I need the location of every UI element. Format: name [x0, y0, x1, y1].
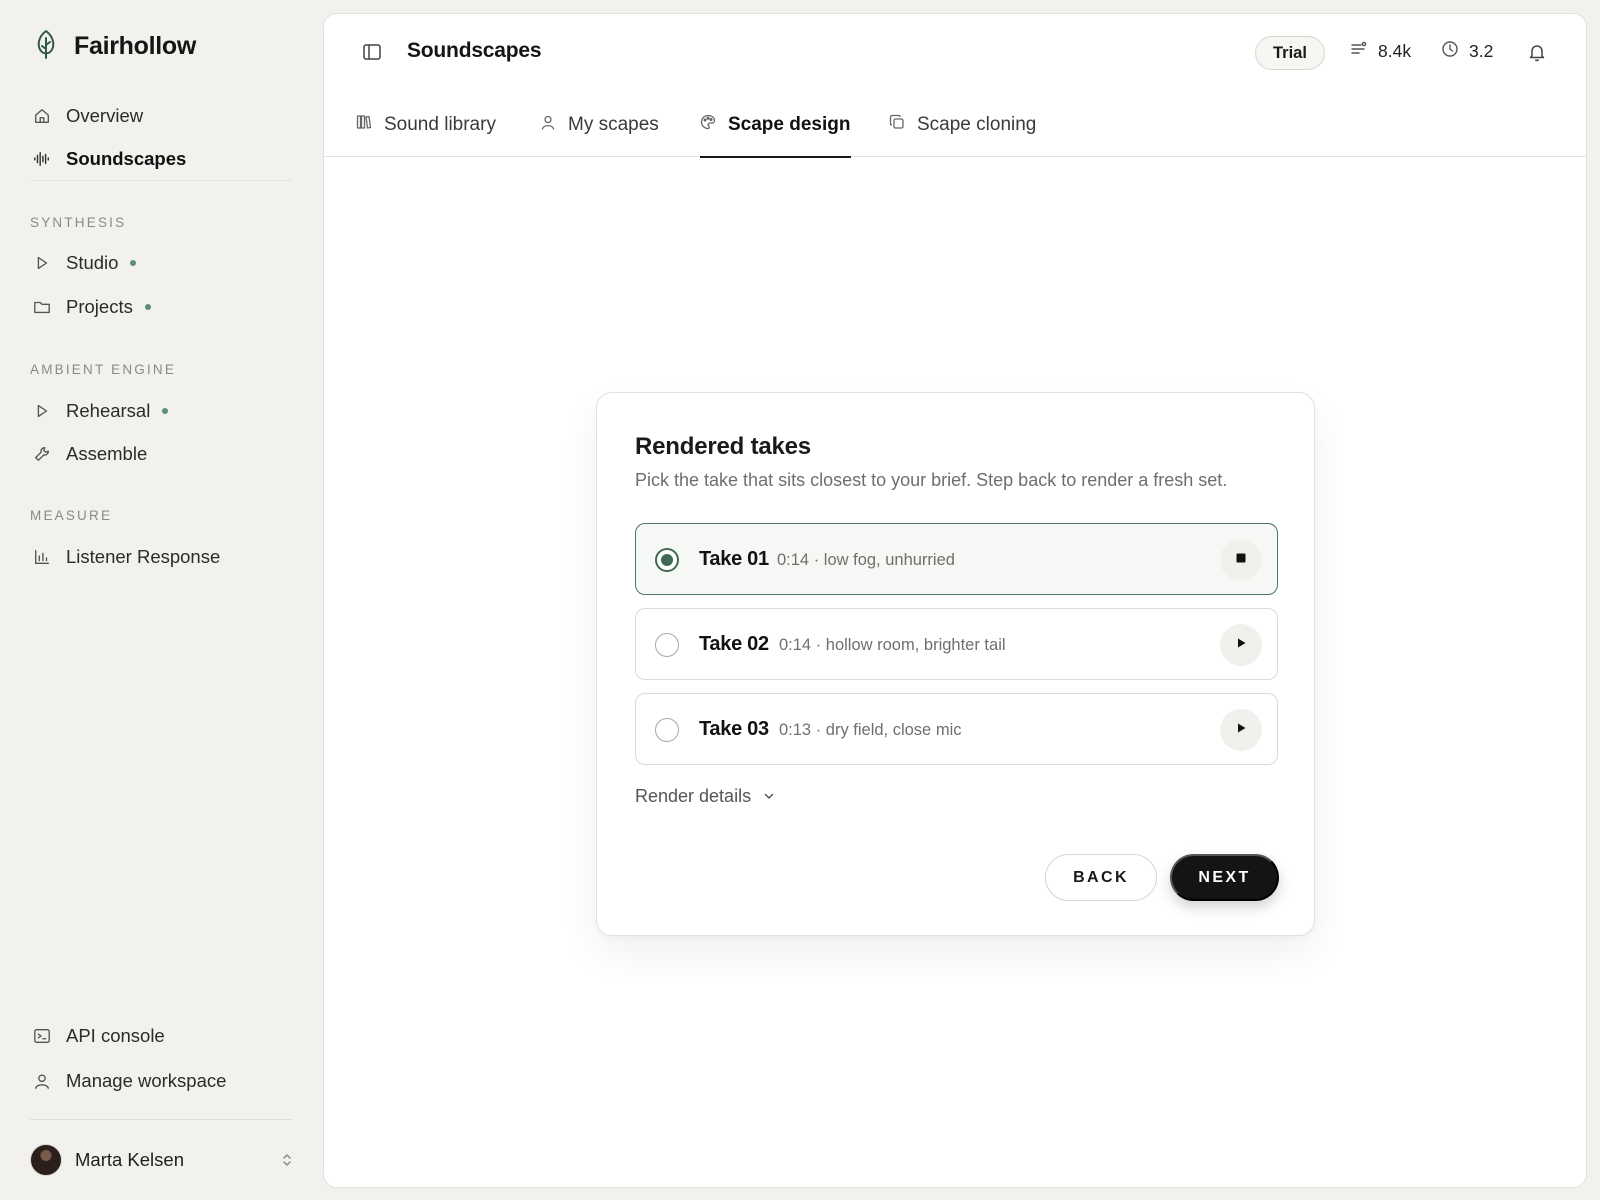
plan-badge[interactable]: Trial	[1255, 36, 1325, 70]
section-label-ambient-engine: AMBIENT ENGINE	[30, 362, 177, 377]
tab-scape-cloning[interactable]: Scape cloning	[889, 92, 1036, 157]
tab-bar: Sound library My scapes Scape design Sca…	[324, 92, 1586, 158]
tab-label: Scape design	[728, 113, 851, 135]
section-label-measure: MEASURE	[30, 508, 113, 523]
copy-icon	[889, 114, 905, 136]
folder-icon	[32, 297, 52, 317]
sidebar-item-listener-response[interactable]: Listener Response	[30, 537, 292, 577]
take-description: 0:14 · low fog, unhurried	[777, 551, 955, 569]
card-title: Rendered takes	[635, 433, 811, 460]
tab-label: Sound library	[384, 113, 496, 135]
take-option-03[interactable]: Take 03 0:13 · dry field, close mic	[635, 693, 1278, 765]
sidebar-item-manage-workspace[interactable]: Manage workspace	[30, 1061, 292, 1101]
play-icon	[1235, 721, 1247, 739]
take-name: Take 03	[699, 718, 769, 740]
section-label-synthesis: SYNTHESIS	[30, 215, 127, 230]
tab-my-scapes[interactable]: My scapes	[540, 92, 659, 157]
time-stat: 3.2	[1441, 40, 1493, 63]
sidebar-item-studio[interactable]: Studio	[30, 243, 292, 283]
user-menu[interactable]: Marta Kelsen	[30, 1140, 292, 1180]
sidebar-item-projects[interactable]: Projects	[30, 287, 292, 327]
user-icon	[32, 1071, 52, 1091]
clock-icon	[1441, 40, 1459, 63]
avatar	[30, 1144, 62, 1176]
take-option-02[interactable]: Take 02 0:14 · hollow room, brighter tai…	[635, 608, 1278, 680]
sidebar-item-overview[interactable]: Overview	[30, 96, 292, 136]
play-icon	[32, 253, 52, 273]
take-name: Take 02	[699, 633, 769, 655]
sidebar-item-label: Assemble	[66, 443, 148, 464]
take-radio[interactable]	[655, 548, 679, 572]
take-radio[interactable]	[655, 633, 679, 657]
sliders-icon	[1350, 40, 1368, 63]
waveform-icon	[32, 149, 52, 169]
sidebar-item-label: Overview	[66, 105, 144, 126]
brand-name: Fairhollow	[74, 32, 197, 60]
chevron-down-icon	[763, 786, 775, 807]
take-option-01[interactable]: Take 01 0:14 · low fog, unhurried	[635, 523, 1278, 595]
terminal-icon	[32, 1026, 52, 1046]
credits-stat: 8.4k	[1350, 40, 1411, 63]
user-name: Marta Kelsen	[75, 1149, 184, 1170]
sidebar-item-label: API console	[66, 1025, 165, 1046]
play-button[interactable]	[1220, 709, 1262, 751]
status-dot	[130, 260, 137, 266]
tab-label: My scapes	[568, 113, 659, 135]
play-icon	[1235, 636, 1247, 654]
user-icon	[540, 114, 556, 136]
card-subtitle: Pick the take that sits closest to your …	[635, 470, 1228, 490]
bar-chart-icon	[32, 547, 52, 567]
render-details-label: Render details	[635, 786, 752, 806]
stop-icon	[1235, 551, 1247, 569]
take-radio[interactable]	[655, 718, 679, 742]
brand[interactable]: Fairhollow	[32, 28, 196, 65]
play-button[interactable]	[1220, 624, 1262, 666]
wrench-icon	[32, 444, 52, 464]
sidebar-item-label: Projects	[66, 296, 133, 317]
stop-button[interactable]	[1220, 539, 1262, 581]
sidebar-item-label: Manage workspace	[66, 1070, 227, 1091]
home-icon	[32, 106, 52, 126]
sidebar-item-label: Soundscapes	[66, 148, 187, 169]
time-value: 3.2	[1469, 41, 1494, 61]
status-dot	[162, 408, 169, 414]
chevron-up-down-icon	[282, 1152, 292, 1168]
take-description: 0:13 · dry field, close mic	[779, 721, 962, 739]
next-button[interactable]: NEXT	[1170, 854, 1279, 901]
rendered-takes-card: Rendered takes Pick the take that sits c…	[596, 392, 1315, 936]
sidebar-item-api-console[interactable]: API console	[30, 1016, 292, 1056]
sidebar-item-assemble[interactable]: Assemble	[30, 434, 292, 474]
render-details-toggle[interactable]: Render details	[635, 786, 775, 807]
status-dot	[144, 304, 151, 310]
main-panel: Soundscapes Trial 8.4k 3.2 Sound library	[323, 13, 1587, 1188]
sidebar-item-label: Studio	[66, 252, 119, 273]
sidebar-item-rehearsal[interactable]: Rehearsal	[30, 391, 292, 431]
sidebar: Fairhollow Overview Soundscapes SYNTHESI…	[0, 0, 322, 1200]
topbar: Soundscapes Trial 8.4k 3.2	[324, 14, 1586, 92]
take-name: Take 01	[699, 548, 769, 570]
sidebar-item-label: Listener Response	[66, 546, 221, 567]
tab-scape-design[interactable]: Scape design	[700, 92, 851, 158]
bell-icon[interactable]	[1527, 42, 1547, 62]
library-icon	[356, 114, 372, 136]
tab-sound-library[interactable]: Sound library	[356, 92, 496, 157]
play-icon	[32, 401, 52, 421]
back-button[interactable]: BACK	[1045, 854, 1157, 901]
sidebar-item-soundscapes[interactable]: Soundscapes	[30, 139, 292, 181]
tab-label: Scape cloning	[917, 113, 1037, 135]
credits-value: 8.4k	[1378, 41, 1412, 61]
sidebar-divider	[30, 1119, 292, 1120]
page-title: Soundscapes	[407, 39, 542, 62]
sidebar-item-label: Rehearsal	[66, 400, 151, 421]
leaf-icon	[32, 28, 60, 65]
palette-icon	[700, 114, 716, 136]
take-description: 0:14 · hollow room, brighter tail	[779, 636, 1006, 654]
sidebar-toggle-icon[interactable]	[362, 42, 382, 62]
